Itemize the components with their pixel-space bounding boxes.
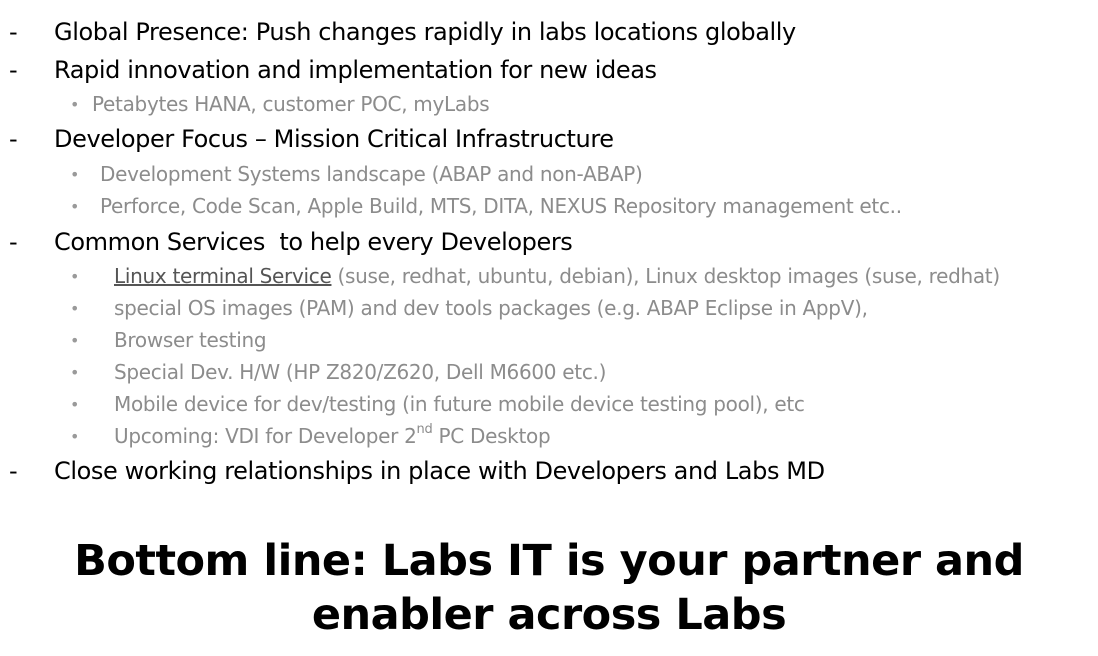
bullet-dot-icon: • xyxy=(70,164,80,184)
bullet-dot-icon: • xyxy=(70,298,80,318)
vdi-text-end: PC Desktop xyxy=(432,424,551,448)
bullet-dot-icon: • xyxy=(70,330,80,350)
dash-marker: - xyxy=(9,125,18,153)
sub-bullet-special-os: • special OS images (PAM) and dev tools … xyxy=(70,293,868,323)
bullet-text: Global Presence: Push changes rapidly in… xyxy=(54,18,796,46)
bottom-line-line-1: Bottom line: Labs IT is your partner and xyxy=(74,536,1024,586)
bullet-text: Common Services to help every Developers xyxy=(54,228,573,256)
sub-bullet-mobile-device: • Mobile device for dev/testing (in futu… xyxy=(70,389,805,419)
bullet-dot-icon: • xyxy=(70,266,80,286)
bullet-global-presence: - Global Presence: Push changes rapidly … xyxy=(0,14,796,50)
bullet-close-working-relationships: - Close working relationships in place w… xyxy=(0,453,825,489)
linux-terminal-service-link[interactable]: Linux terminal Service xyxy=(114,264,332,288)
bullet-dot-icon: • xyxy=(70,362,80,382)
bullet-dot-icon: • xyxy=(70,94,80,114)
sub-bullet-perforce: • Perforce, Code Scan, Apple Build, MTS,… xyxy=(70,191,902,221)
sub-bullet-development-systems: • Development Systems landscape (ABAP an… xyxy=(70,159,643,189)
ordinal-superscript: nd xyxy=(416,422,433,438)
sub-bullet-text: Upcoming: VDI for Developer 2nd PC Deskt… xyxy=(114,422,551,448)
dash-marker: - xyxy=(9,228,18,256)
sub-bullet-text: Development Systems landscape (ABAP and … xyxy=(100,162,643,186)
sub-bullet-text: Special Dev. H/W (HP Z820/Z620, Dell M66… xyxy=(114,360,607,384)
bullet-text: Developer Focus – Mission Critical Infra… xyxy=(54,125,614,153)
bottom-line-statement: Bottom line: Labs IT is your partner and… xyxy=(0,534,1098,642)
bullet-dot-icon: • xyxy=(70,394,80,414)
sub-bullet-text: special OS images (PAM) and dev tools pa… xyxy=(114,296,868,320)
sub-bullet-text: Petabytes HANA, customer POC, myLabs xyxy=(92,92,490,116)
bottom-line-line-2: enabler across Labs xyxy=(311,590,787,640)
bullet-text: Close working relationships in place wit… xyxy=(54,457,825,485)
sub-bullet-text: (suse, redhat, ubuntu, debian), Linux de… xyxy=(331,264,1001,288)
bullet-common-services: - Common Services to help every Develope… xyxy=(0,224,573,260)
sub-bullet-text: Browser testing xyxy=(114,328,267,352)
sub-bullet-browser-testing: • Browser testing xyxy=(70,325,267,355)
dash-marker: - xyxy=(9,56,18,84)
dash-marker: - xyxy=(9,457,18,485)
bullet-rapid-innovation: - Rapid innovation and implementation fo… xyxy=(0,52,657,88)
bullet-developer-focus: - Developer Focus – Mission Critical Inf… xyxy=(0,121,614,157)
slide: - Global Presence: Push changes rapidly … xyxy=(0,0,1098,656)
sub-bullet-text: Perforce, Code Scan, Apple Build, MTS, D… xyxy=(100,194,902,218)
bullet-dot-icon: • xyxy=(70,426,80,446)
dash-marker: - xyxy=(9,18,18,46)
sub-bullet-upcoming-vdi: • Upcoming: VDI for Developer 2nd PC Des… xyxy=(70,421,551,451)
sub-bullet-special-hw: • Special Dev. H/W (HP Z820/Z620, Dell M… xyxy=(70,357,606,387)
bullet-text: Rapid innovation and implementation for … xyxy=(54,56,657,84)
bullet-dot-icon: • xyxy=(70,196,80,216)
vdi-text: Upcoming: VDI for Developer 2 xyxy=(114,424,417,448)
sub-bullet-linux-terminal: • Linux terminal Service (suse, redhat, … xyxy=(70,261,1000,291)
sub-bullet-text: Mobile device for dev/testing (in future… xyxy=(114,392,805,416)
sub-bullet-petabytes: • Petabytes HANA, customer POC, myLabs xyxy=(70,89,490,119)
